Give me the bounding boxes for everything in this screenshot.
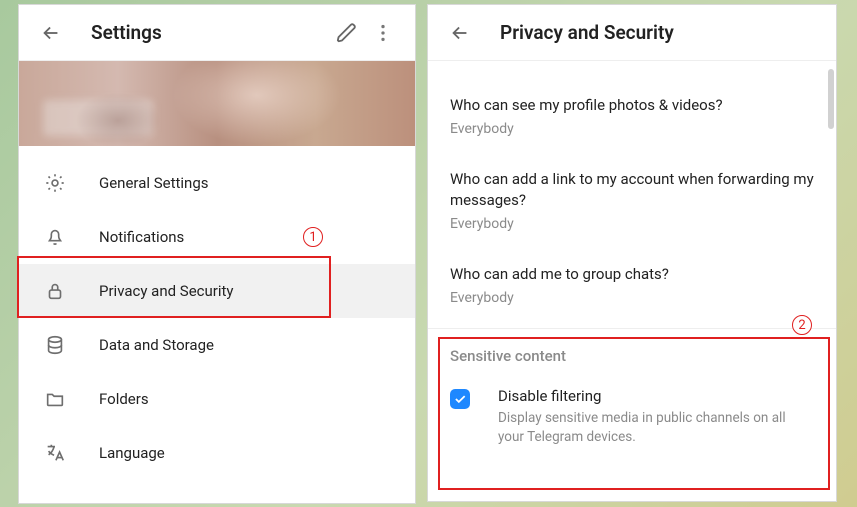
settings-item-label: Folders <box>99 390 149 408</box>
section-title: Sensitive content <box>450 347 814 365</box>
settings-item-data-storage[interactable]: Data and Storage <box>19 318 415 372</box>
privacy-panel: Privacy and Security Who can see my prof… <box>427 4 837 502</box>
profile-banner[interactable] <box>19 61 415 146</box>
privacy-item-group-chats[interactable]: Who can add me to group chats? Everybody <box>450 250 814 324</box>
callout-number-2: 2 <box>792 315 812 335</box>
disable-filtering-desc: Display sensitive media in public channe… <box>498 409 814 447</box>
check-icon <box>453 392 467 406</box>
settings-item-label: Privacy and Security <box>99 282 234 300</box>
disable-filtering-row[interactable]: Disable filtering Display sensitive medi… <box>450 387 814 447</box>
more-button[interactable] <box>365 15 401 51</box>
privacy-question: Who can see my profile photos & videos? <box>450 95 814 115</box>
settings-item-privacy[interactable]: Privacy and Security <box>19 264 415 318</box>
scrollbar[interactable] <box>828 69 834 129</box>
privacy-value: Everybody <box>450 290 814 306</box>
privacy-value: Everybody <box>450 121 814 137</box>
privacy-value: Everybody <box>450 216 814 232</box>
arrow-left-icon <box>40 22 62 44</box>
privacy-question: Who can add me to group chats? <box>450 264 814 284</box>
disable-filtering-body: Disable filtering Display sensitive medi… <box>498 387 814 447</box>
arrow-left-icon <box>449 22 471 44</box>
callout-number-1: 1 <box>303 227 323 247</box>
edit-button[interactable] <box>329 15 365 51</box>
privacy-item-forward-link[interactable]: Who can add a link to my account when fo… <box>450 155 814 250</box>
lock-icon <box>43 279 67 303</box>
sensitive-content-section: Sensitive content Disable filtering Disp… <box>428 329 836 457</box>
language-icon <box>43 441 67 465</box>
bell-icon <box>43 225 67 249</box>
database-icon <box>43 333 67 357</box>
privacy-header: Privacy and Security <box>428 5 836 61</box>
more-vertical-icon <box>372 22 394 44</box>
settings-title: Settings <box>91 21 329 44</box>
settings-item-label: Language <box>99 444 165 462</box>
settings-item-folders[interactable]: Folders <box>19 372 415 426</box>
settings-item-notifications[interactable]: Notifications <box>19 210 415 264</box>
settings-item-language[interactable]: Language <box>19 426 415 480</box>
folder-icon <box>43 387 67 411</box>
disable-filtering-checkbox[interactable] <box>450 389 470 409</box>
settings-panel: Settings General Settings Notifications <box>18 4 416 504</box>
settings-item-label: Data and Storage <box>99 336 214 354</box>
settings-item-general[interactable]: General Settings <box>19 156 415 210</box>
settings-header: Settings <box>19 5 415 61</box>
privacy-item-profile-photos[interactable]: Who can see my profile photos & videos? … <box>450 81 814 155</box>
privacy-list: Who can see my profile photos & videos? … <box>428 61 836 324</box>
privacy-question: Who can add a link to my account when fo… <box>450 169 814 210</box>
profile-name-blurred <box>43 100 153 136</box>
pencil-icon <box>336 22 358 44</box>
settings-item-label: Notifications <box>99 228 184 246</box>
back-button[interactable] <box>33 15 69 51</box>
privacy-title: Privacy and Security <box>500 21 822 44</box>
disable-filtering-label: Disable filtering <box>498 387 814 405</box>
back-button[interactable] <box>442 15 478 51</box>
settings-list: General Settings Notifications Privacy a… <box>19 146 415 480</box>
settings-item-label: General Settings <box>99 174 209 192</box>
gear-icon <box>43 171 67 195</box>
